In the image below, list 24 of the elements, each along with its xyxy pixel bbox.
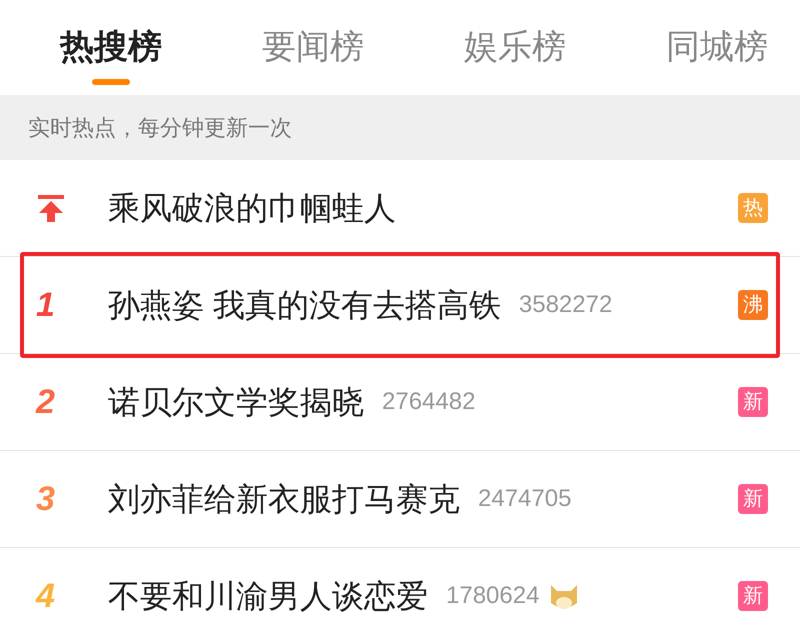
heat-count: 2764482 [382,387,476,417]
tag-badge: 新 [738,484,768,514]
rank-number: 4 [36,576,55,616]
rank-number: 1 [36,284,55,326]
heat-count: 2474705 [478,484,572,514]
tab[interactable]: 同城榜 [646,22,788,85]
tag-badge: 新 [738,387,768,417]
tab[interactable]: 热搜榜 [40,22,182,85]
topic-title[interactable]: 不要和川渝男人谈恋爱 [108,572,428,620]
heat-count: 1780624 [446,581,540,611]
heat-count: 3582272 [518,290,612,320]
tag-badge: 热 [738,193,768,223]
topic-title[interactable]: 孙燕姿 我真的没有去搭高铁 [108,281,501,329]
topic-title[interactable]: 乘风破浪的巾帼蛙人 [108,184,396,232]
notice-text: 实时热点，每分钟更新一次 [28,114,292,142]
tag-badge: 沸 [738,290,768,320]
topic-title[interactable]: 刘亦菲给新衣服打马赛克 [108,475,460,523]
rank-number: 2 [36,382,55,422]
rank-number: 3 [36,478,55,520]
tag-badge: 新 [738,581,768,611]
tab[interactable]: 要闻榜 [242,22,384,85]
topic-title[interactable]: 诺贝尔文学奖揭晓 [108,378,364,426]
tab[interactable]: 娱乐榜 [444,22,586,85]
pin-top-icon [36,193,66,223]
